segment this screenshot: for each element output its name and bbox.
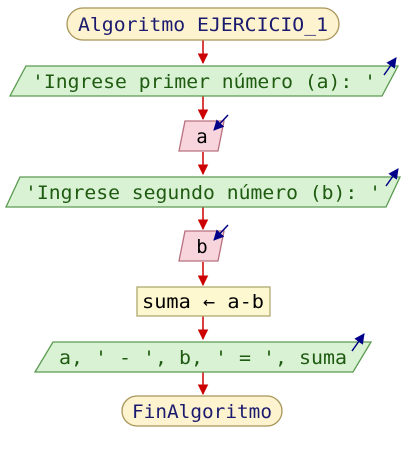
flowchart-canvas: Algoritmo EJERCICIO_1 'Ingrese primer nú… (0, 0, 404, 460)
flowchart-diagram: Algoritmo EJERCICIO_1 'Ingrese primer nú… (4, 7, 402, 427)
output-prompt-b-label: 'Ingrese segundo número (b): ' (25, 182, 381, 204)
input-read-b: b (178, 224, 229, 262)
input-read-a: a (178, 114, 229, 152)
output-prompt-a-label: 'Ingrese primer número (a): ' (32, 71, 376, 93)
input-read-b-label: b (196, 236, 207, 258)
output-result: a, ' - ', b, ' = ', suma (33, 333, 373, 373)
process-assign: suma ← a-b (136, 286, 271, 317)
start-terminal: Algoritmo EJERCICIO_1 (66, 7, 340, 41)
input-read-a-label: a (196, 126, 207, 148)
end-terminal-label: FinAlgoritmo (132, 401, 272, 423)
end-terminal: FinAlgoritmo (121, 395, 283, 427)
output-result-label: a, ' - ', b, ' = ', suma (59, 347, 347, 369)
output-prompt-a: 'Ingrese primer número (a): ' (8, 57, 400, 97)
start-terminal-label: Algoritmo EJERCICIO_1 (78, 14, 328, 36)
output-prompt-b: 'Ingrese segundo número (b): ' (4, 168, 402, 208)
process-assign-label: suma ← a-b (142, 291, 264, 313)
